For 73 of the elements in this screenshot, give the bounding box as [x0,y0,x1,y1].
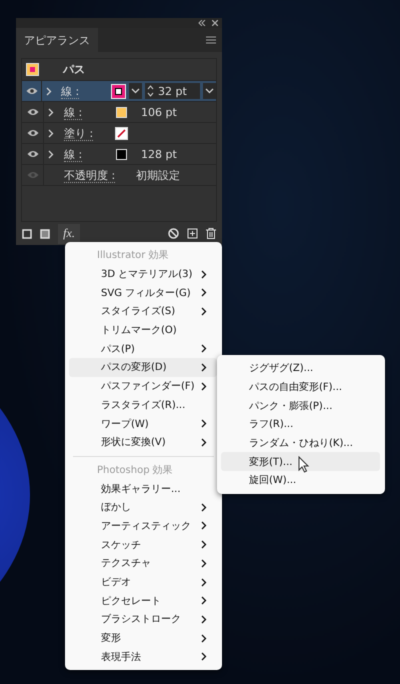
cursor-icon [298,456,310,473]
appearance-row[interactable]: 塗り : [22,123,216,144]
menu-item[interactable]: 変形 [69,628,217,648]
attribute-label[interactable]: 線 : [64,148,82,162]
appearance-row[interactable]: 線 : 106 pt [22,102,216,123]
menu-item[interactable]: パスの自由変形(F)... [221,378,380,396]
eye-icon[interactable] [26,108,38,116]
menu-item[interactable]: ピクセレート [69,591,217,610]
menu-item[interactable]: パスの変形(D) [69,358,217,377]
appearance-row[interactable]: 線 : 128 pt [22,144,216,165]
menu-item[interactable]: トリムマーク(O) [69,320,217,340]
attribute-label[interactable]: 塗り : [64,126,94,140]
expand-chevron-icon [48,108,54,116]
menu-item[interactable]: ワープ(W) [69,414,217,433]
attribute-label[interactable]: 不透明度 : [64,168,116,182]
menu-item[interactable]: 旋回(W)... [221,471,380,490]
menu-heading: Photoshop 効果 [96,464,174,478]
stroke-swatch[interactable] [116,106,127,118]
menu-item[interactable]: 3D とマテリアル(3) [69,264,217,284]
menu-item[interactable]: 形状に変換(V) [69,432,217,452]
trash-icon[interactable] [206,228,216,239]
menu-item[interactable]: ビデオ [69,572,217,592]
clear-icon[interactable] [168,228,179,239]
stroke-weight: 128 pt [141,148,177,160]
menu-item[interactable]: パスファインダー(F) [69,376,217,396]
eye-icon[interactable] [26,150,38,158]
menu-item[interactable]: 効果ギャラリー... [69,479,217,498]
menu-item[interactable]: 変形(T)... [221,452,380,472]
menu-item[interactable]: ぼかし [69,498,217,517]
duplicate-icon[interactable] [187,228,198,239]
appearance-row[interactable]: 線 : 32 pt [22,81,216,102]
menu-item[interactable]: スタイライズ(S) [69,302,217,321]
stroke-weight-field[interactable]: 32 pt [145,83,200,99]
menu-icon[interactable] [206,36,216,44]
attribute-label[interactable]: 線 : [64,106,82,120]
menu-item[interactable]: パス(P) [69,339,217,358]
caret-icon[interactable] [205,88,214,94]
menu-item[interactable]: ブラシストローク [69,610,217,629]
collapse-icon[interactable] [198,20,206,26]
menu-heading: Illustrator 効果 [96,248,170,264]
menu-item[interactable]: SVG フィルター(G) [69,283,217,302]
menu-item[interactable]: ラスタライズ(R)... [69,396,217,414]
expand-chevron-icon [48,150,54,158]
menu-item[interactable]: スケッチ [69,535,217,554]
opacity-value: 初期設定 [136,168,180,182]
effects-button[interactable]: fx. [58,224,80,244]
menu-item[interactable]: テクスチャ [69,554,217,573]
expand-chevron-icon [46,86,52,96]
appearance-row[interactable]: 不透明度 : 初期設定 [22,165,216,186]
stroke-swatch[interactable] [111,84,126,98]
object-type-label: パス [63,62,85,77]
menu-item[interactable]: パンク・膨張(P)... [221,396,380,416]
menu-item[interactable]: ラフ(R)... [221,415,380,434]
stroke-weight: 106 pt [141,106,177,118]
menu-item[interactable]: ランダム・ひねり(K)... [221,434,380,452]
close-icon[interactable] [212,20,218,26]
stroke-swatch[interactable] [116,148,127,160]
expand-chevron-icon [48,128,54,138]
menu-item[interactable]: アーティスティック [69,516,217,536]
caret-icon[interactable] [131,88,140,94]
weight-dropdown[interactable] [203,83,216,99]
eye-icon[interactable] [26,87,38,95]
menu-item[interactable]: ジグザグ(Z)... [221,359,380,378]
eye-icon[interactable] [26,129,38,137]
swatch-dropdown[interactable] [129,83,142,99]
no-fill-swatch[interactable] [115,126,128,140]
add-stroke-icon[interactable] [22,228,32,238]
stepper-arrows-icon[interactable] [147,85,154,97]
menu-item[interactable]: 表現手法 [69,647,217,666]
object-thumbnail [26,63,39,76]
attribute-label[interactable]: 線 : [61,84,80,98]
panel-tab[interactable]: アピアランス [16,28,98,52]
add-fill-icon[interactable] [40,228,50,238]
